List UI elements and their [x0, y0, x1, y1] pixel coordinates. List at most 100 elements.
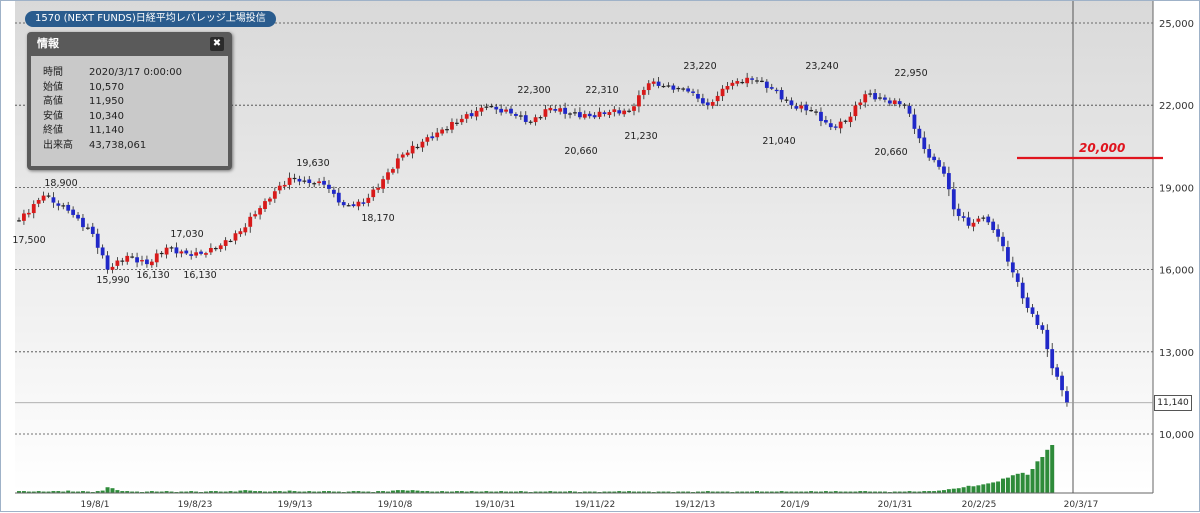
candle-down	[553, 109, 558, 111]
candle-down	[499, 108, 504, 113]
candle-down	[833, 126, 838, 128]
candle-up	[243, 227, 248, 233]
candle-down	[1030, 307, 1035, 314]
candle-down	[563, 107, 568, 114]
info-value: 10,340	[89, 110, 124, 122]
x-tick-label: 19/9/13	[278, 500, 313, 510]
candle-up	[858, 102, 863, 106]
candle-doji	[445, 129, 449, 131]
candle-up	[179, 251, 184, 254]
x-tick-label: 19/10/31	[475, 500, 515, 510]
candle-doji	[573, 112, 577, 114]
candle-down	[779, 90, 784, 100]
candle-down	[986, 216, 991, 223]
candle-up	[533, 117, 538, 123]
candle-down	[105, 255, 110, 270]
candle-down	[1060, 375, 1064, 391]
candle-down	[883, 97, 887, 100]
candle-doji	[17, 220, 21, 222]
candle-down	[917, 128, 922, 139]
candle-doji	[676, 87, 681, 90]
candle-down	[750, 78, 754, 80]
candle-down	[1050, 349, 1055, 369]
candle-down	[336, 192, 341, 203]
candle-down	[769, 87, 774, 89]
candle-down	[700, 98, 705, 104]
candle-down	[705, 102, 710, 106]
candle-down	[469, 113, 474, 117]
candle-down	[1015, 273, 1020, 282]
info-row-low: 安値 10,340	[43, 110, 228, 125]
candle-up	[715, 95, 720, 102]
candle-up	[149, 261, 154, 266]
candle-up	[194, 252, 199, 256]
candle-doji	[981, 217, 986, 219]
candle-doji	[454, 122, 459, 124]
candle-up	[710, 102, 715, 106]
candle-up	[892, 100, 897, 105]
candle-down	[1055, 367, 1060, 377]
candle-up	[356, 201, 361, 207]
x-tick-label: 19/10/8	[378, 500, 413, 510]
candle-down	[90, 226, 95, 234]
info-row-volume: 出来高 43,738,061	[43, 139, 228, 154]
candle-up	[543, 109, 548, 117]
candle-doji	[61, 205, 66, 207]
volume-bar	[996, 481, 1001, 493]
candle-doji	[228, 240, 233, 243]
candle-down	[577, 112, 582, 118]
volume-bar	[976, 485, 981, 493]
candle-down	[174, 247, 179, 254]
candle-down	[961, 216, 966, 218]
candle-down	[189, 254, 194, 256]
candle-up	[22, 213, 26, 221]
candle-up	[464, 114, 469, 119]
candle-up	[548, 107, 553, 111]
candle-down	[297, 178, 302, 182]
info-row-close: 終値 11,140	[43, 124, 228, 139]
price-label: 20,660	[874, 147, 907, 158]
candle-up	[976, 218, 981, 222]
candle-up	[420, 141, 425, 148]
chart-title-tab[interactable]: 1570 (NEXT FUNDS)日経平均レバレッジ上場投信	[25, 11, 276, 27]
candle-up	[268, 198, 272, 202]
candle-up	[405, 152, 410, 156]
candle-up	[376, 187, 381, 190]
price-label: 22,300	[517, 85, 550, 96]
candle-down	[76, 214, 80, 219]
close-icon[interactable]: ✖	[210, 37, 224, 51]
info-row-high: 高値 11,950	[43, 95, 228, 110]
candle-down	[1025, 297, 1030, 308]
candle-doji	[415, 146, 420, 149]
candle-down	[927, 149, 932, 158]
candle-down	[932, 156, 937, 161]
candle-down	[331, 189, 336, 194]
info-value: 2020/3/17 0:00:00	[89, 67, 183, 78]
candle-doji	[120, 260, 125, 262]
candle-up	[459, 118, 464, 123]
info-value: 43,738,061	[89, 139, 147, 151]
candle-up	[440, 129, 445, 134]
candle-down	[602, 112, 607, 114]
candle-down	[135, 257, 139, 263]
candle-up	[140, 260, 144, 262]
info-value: 11,950	[89, 96, 124, 107]
info-key: 時間	[43, 67, 63, 78]
candle-down	[322, 180, 326, 185]
volume-bar	[1040, 457, 1045, 493]
candle-down	[873, 93, 877, 100]
price-label: 21,230	[624, 131, 657, 142]
candle-up	[474, 110, 479, 117]
candle-down	[794, 106, 799, 109]
y-tick-label: 22,000	[1159, 101, 1194, 112]
candle-doji	[159, 252, 164, 255]
candle-down	[587, 113, 592, 117]
volume-bar	[981, 484, 986, 493]
info-value: 10,570	[89, 81, 124, 93]
candle-up	[31, 204, 36, 214]
price-label: 17,500	[12, 235, 45, 246]
x-tick-label: 19/8/1	[81, 500, 110, 510]
price-label: 20,660	[564, 146, 597, 157]
y-tick-label: 16,000	[1159, 266, 1194, 277]
candle-down	[656, 81, 661, 86]
